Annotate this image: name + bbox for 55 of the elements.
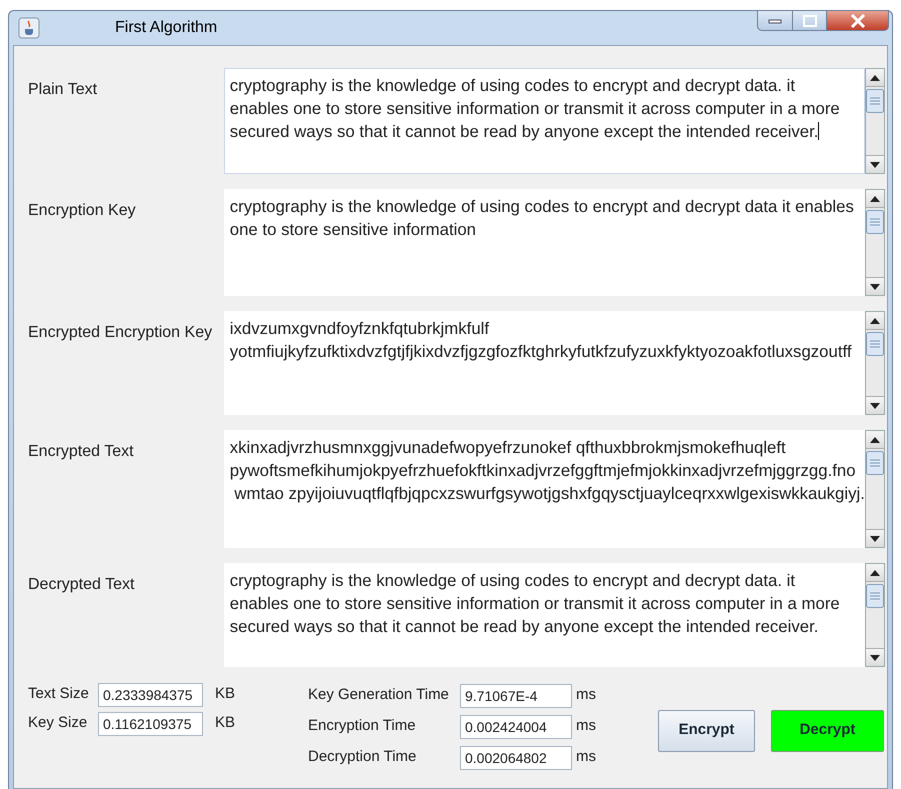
scroll-thumb[interactable]	[866, 210, 884, 234]
field-label: Text Size	[28, 684, 90, 704]
scroll-down-icon[interactable]	[866, 648, 884, 666]
scroll-down-icon[interactable]	[866, 529, 884, 547]
maximize-button[interactable]	[793, 10, 827, 31]
field-label: Plain Text	[28, 80, 98, 100]
scroll-up-icon[interactable]	[866, 69, 884, 87]
java-cup-icon	[18, 17, 40, 39]
field-label: Key Generation Time	[308, 685, 450, 706]
scroll-up-icon[interactable]	[866, 312, 884, 330]
scrollbar[interactable]	[865, 430, 885, 548]
field-label: Encrypted Encryption Key	[28, 323, 214, 343]
scrollbar[interactable]	[865, 189, 885, 296]
unit-label: ms	[576, 747, 596, 768]
text-area[interactable]: cryptography is the knowledge of using codes to encrypt and decrypt data. it enables one to store sensitive information or transmit it across computer in a more secured ways so that it cannot be read by anyone except the intended receiver.	[224, 68, 865, 174]
scroll-up-icon[interactable]	[866, 190, 884, 208]
value-field[interactable]: 0.2333984375	[98, 682, 203, 706]
unit-label: KB	[215, 684, 236, 704]
field-label: Key Size	[28, 713, 88, 734]
field-label: Encryption Key	[28, 201, 137, 221]
unit-label: KB	[215, 713, 236, 734]
unit-label: ms	[576, 685, 596, 706]
unit-label: ms	[576, 716, 596, 736]
text-area[interactable]: cryptography is the knowledge of using codes to encrypt and decrypt data. it enables one to store sensitive information or transmit it across computer in a more secured ways so that it cannot be read by anyone except the intended receiver.	[224, 563, 865, 667]
text-area[interactable]: ixdvzumxgvndfoyfznkfqtubrkjmkfulf yotmfiujkyfzufktixdvzfgtjfjkixdvzfjgzgfozfktghrkyfutkfzufyzuxkfyktyozoakfotluxsgzoutff	[224, 311, 865, 415]
scroll-down-icon[interactable]	[866, 277, 884, 295]
field-label: Encrypted Text	[28, 442, 135, 462]
field-label: Decrypted Text	[28, 575, 136, 595]
minimize-button[interactable]	[757, 10, 793, 31]
scroll-up-icon[interactable]	[866, 431, 884, 449]
close-icon	[850, 14, 866, 28]
scroll-down-icon[interactable]	[866, 155, 884, 173]
field-label: Encryption Time	[308, 716, 417, 736]
window-title: First Algorithm	[115, 18, 218, 38]
close-button[interactable]	[827, 10, 889, 31]
scrollbar[interactable]	[865, 311, 885, 415]
value-field[interactable]: 0.002064802	[460, 746, 572, 770]
scrollbar[interactable]	[865, 563, 885, 667]
value-field[interactable]: 9.71067E-4	[460, 684, 572, 708]
scroll-thumb[interactable]	[866, 332, 884, 356]
scroll-thumb[interactable]	[866, 451, 884, 475]
minimize-icon	[768, 18, 782, 24]
scroll-up-icon[interactable]	[866, 564, 884, 582]
text-area[interactable]: cryptography is the knowledge of using codes to encrypt and decrypt data it enables one to store sensitive information	[224, 189, 865, 296]
encrypt-button[interactable]: Encrypt	[658, 710, 755, 752]
scroll-thumb[interactable]	[866, 584, 884, 608]
scroll-down-icon[interactable]	[866, 396, 884, 414]
scrollbar[interactable]	[865, 68, 885, 174]
field-label: Decryption Time	[308, 747, 418, 768]
value-field[interactable]: 0.1162109375	[98, 712, 203, 736]
maximize-icon	[802, 14, 816, 26]
scroll-thumb[interactable]	[866, 89, 884, 113]
value-field[interactable]: 0.002424004	[460, 714, 572, 738]
text-area[interactable]: xkinxadjvrzhusmnxggjvunadefwopyefrzunokef qfthuxbbrokmjsmokefhuqleft pywoftsmefkihumjokpyefrzhuefokftkinxadjvrzefggftmjefmjokkinxadjvrzefmjggrzgg.fno wmtao zpyijoiuvuqtflqfbjqpcxzswurfgsywotjgshxfgqysctjuaylceqrxxwlgexiswkkaukgiyj.	[224, 430, 865, 548]
decrypt-button[interactable]: Decrypt	[771, 710, 884, 752]
